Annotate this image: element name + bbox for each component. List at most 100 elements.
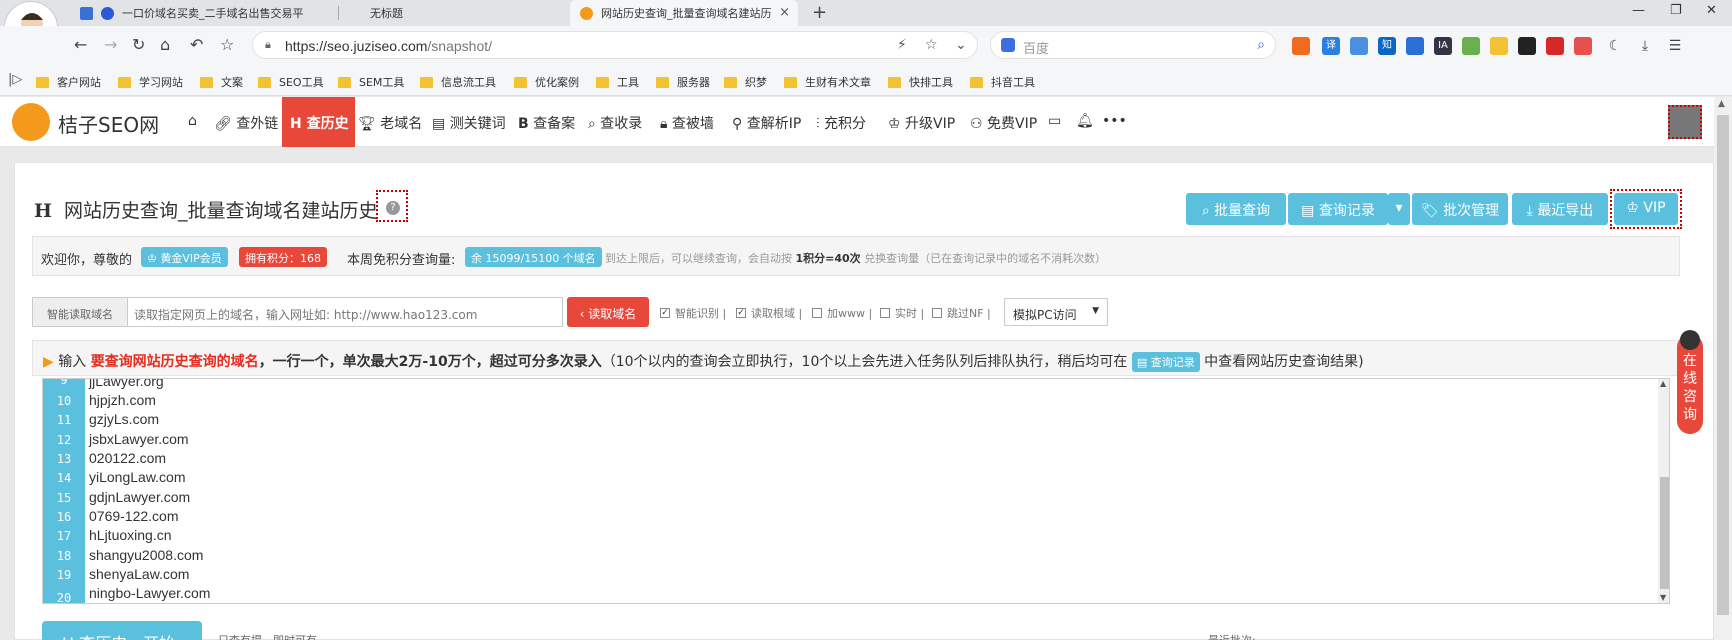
- orange-logo-icon[interactable]: [12, 103, 50, 141]
- scroll-down-icon[interactable]: ▼: [1660, 593, 1666, 602]
- moon-icon[interactable]: ☾: [1606, 37, 1624, 55]
- nav-index[interactable]: ⌕ 查收录: [588, 113, 642, 133]
- checkbox[interactable]: ✓: [660, 308, 670, 318]
- member-badge[interactable]: ♔ 黄金VIP会员: [141, 247, 228, 267]
- extension-yellow-icon[interactable]: [1490, 37, 1508, 55]
- extension-green-icon[interactable]: [1462, 37, 1480, 55]
- bookmark-item[interactable]: 学习网站: [118, 74, 183, 90]
- option-realtime[interactable]: 实时 |: [880, 305, 924, 321]
- extension-black-icon[interactable]: [1518, 37, 1536, 55]
- access-mode-select[interactable]: 模拟PC访问 ▼: [1004, 298, 1108, 326]
- bookmark-item[interactable]: 生财有术文章: [784, 74, 871, 90]
- nav-recharge[interactable]: ⫶ 充积分: [816, 113, 866, 133]
- help-button[interactable]: ?: [376, 190, 408, 222]
- bookmark-item[interactable]: 信息流工具: [420, 74, 496, 90]
- bookmark-item[interactable]: 文案: [200, 74, 243, 90]
- menu-icon[interactable]: ☰: [1666, 37, 1684, 55]
- more-icon[interactable]: •••: [1102, 113, 1127, 129]
- editor-scrollbar[interactable]: ▲ ▼: [1658, 379, 1669, 603]
- bookmark-item[interactable]: 工具: [596, 74, 639, 90]
- bookmark-item[interactable]: 优化案例: [514, 74, 579, 90]
- vip-button[interactable]: ♔ VIP: [1614, 193, 1678, 225]
- batch-manage-button[interactable]: 🏷︎ 批次管理: [1412, 193, 1508, 225]
- lightning-icon[interactable]: ⚡: [897, 37, 907, 53]
- bookmark-item[interactable]: 抖音工具: [970, 74, 1035, 90]
- editor-scroll-thumb[interactable]: [1660, 477, 1669, 589]
- tab-history-query[interactable]: 网站历史查询_批量查询域名建站历 ×: [570, 0, 798, 26]
- bookmark-item[interactable]: SEO工具: [258, 74, 324, 90]
- read-domain-button[interactable]: ‹ 读取域名: [567, 297, 649, 327]
- zhihu-icon[interactable]: 知: [1378, 37, 1396, 55]
- option-add-www[interactable]: 加www |: [812, 305, 872, 321]
- tab-untitled[interactable]: 无标题: [360, 0, 560, 26]
- home-icon[interactable]: ⌂: [160, 35, 170, 54]
- online-consult-widget[interactable]: 在线咨询: [1677, 330, 1703, 434]
- checkbox[interactable]: [812, 308, 822, 318]
- close-window-icon[interactable]: ✕: [1706, 3, 1717, 18]
- pdf-icon[interactable]: [1546, 37, 1564, 55]
- nav-backlinks[interactable]: 🔗︎ 查外链: [214, 113, 278, 133]
- checkbox[interactable]: ✓: [736, 308, 746, 318]
- nav-resolve-ip[interactable]: ⚲ 查解析IP: [732, 113, 801, 133]
- pdf2-icon[interactable]: [1574, 37, 1592, 55]
- extension-icon-1[interactable]: [1292, 37, 1310, 55]
- scroll-up-icon[interactable]: ▲: [1718, 99, 1725, 109]
- bookmark-item[interactable]: 客户网站: [36, 74, 101, 90]
- checkbox[interactable]: [880, 308, 890, 318]
- domain-editor[interactable]: 9 jjLawyer.org 10 hjpjzh.com 11 gzjyLs.c…: [42, 378, 1670, 604]
- query-record-button[interactable]: ▤ 查询记录: [1288, 193, 1388, 225]
- site-logo-text[interactable]: 桔子SEO网: [58, 109, 159, 138]
- nav-icp[interactable]: B 查备案: [518, 113, 575, 133]
- option-smart-detect[interactable]: ✓ 智能识别 |: [660, 305, 726, 321]
- read-url-input[interactable]: 读取指定网页上的域名，输入网址如: http://www.hao123.com: [127, 297, 563, 327]
- start-history-button[interactable]: H 查历史，开始: [42, 621, 202, 640]
- address-bar[interactable]: 🔒︎ https://seo.juziseo.com/snapshot/ ⚡ ☆…: [252, 31, 978, 59]
- bookmark-star-icon[interactable]: ☆: [925, 37, 938, 53]
- chevron-down-icon[interactable]: ⌄: [955, 37, 967, 53]
- forward-icon[interactable]: →: [104, 35, 117, 54]
- chat-icon[interactable]: ▭: [1048, 113, 1061, 129]
- search-icon[interactable]: ⌕: [1257, 37, 1265, 53]
- nav-history[interactable]: H 查历史: [282, 97, 355, 147]
- sidebar-toggle-icon[interactable]: |▷: [8, 72, 22, 87]
- new-tab-icon[interactable]: +: [812, 2, 827, 23]
- user-avatar[interactable]: [1668, 105, 1702, 139]
- close-tab-icon[interactable]: ×: [779, 5, 790, 20]
- minimize-icon[interactable]: —: [1632, 3, 1645, 18]
- nav-upgrade-vip[interactable]: ♔ 升级VIP: [888, 113, 955, 133]
- points-badge[interactable]: 拥有积分：168: [239, 247, 327, 267]
- ia-icon[interactable]: IA: [1434, 37, 1452, 55]
- extension-new-icon[interactable]: [1350, 37, 1368, 55]
- download-icon[interactable]: ⤓: [1636, 37, 1654, 55]
- bell-icon[interactable]: 🔔︎: [1076, 113, 1094, 129]
- translate-icon[interactable]: 译: [1322, 37, 1340, 55]
- reload-icon[interactable]: ↻: [132, 35, 145, 54]
- option-root-domain[interactable]: ✓ 读取根域 |: [736, 305, 802, 321]
- star-icon[interactable]: ☆: [220, 35, 234, 54]
- tab-domain-market[interactable]: 一口价域名买卖_二手域名出售交易平: [70, 0, 338, 26]
- scroll-thumb[interactable]: [1717, 115, 1729, 615]
- restore-icon[interactable]: ❐: [1670, 3, 1682, 18]
- query-record-link[interactable]: ▤ 查询记录: [1131, 352, 1200, 372]
- scroll-up-icon[interactable]: ▲: [1660, 379, 1666, 388]
- bookmark-item[interactable]: 织梦: [724, 74, 767, 90]
- nav-blocked[interactable]: 🔒︎ 查被墙: [660, 113, 714, 133]
- back-icon[interactable]: ←: [74, 35, 87, 54]
- nav-keywords[interactable]: ▤ 测关键词: [432, 113, 506, 133]
- instruction-text: ▶ 输入 要查询网站历史查询的域名，一行一个，单次最大2万-10万个，超过可分多…: [43, 351, 1364, 372]
- recent-export-button[interactable]: ⤓ 最近导出: [1512, 193, 1608, 225]
- bookmark-item[interactable]: SEM工具: [338, 74, 404, 90]
- extension-new2-icon[interactable]: [1406, 37, 1424, 55]
- nav-free-vip[interactable]: ⚇ 免费VIP: [970, 113, 1037, 133]
- bookmark-item[interactable]: 服务器: [656, 74, 710, 90]
- page-scrollbar[interactable]: ▲: [1714, 97, 1732, 640]
- option-skip-nf[interactable]: 跳过NF |: [932, 305, 991, 321]
- batch-query-button[interactable]: ⌕ 批量查询: [1186, 193, 1286, 225]
- nav-old-domain[interactable]: 🏆︎ 老域名: [358, 113, 422, 133]
- query-record-dropdown[interactable]: ▾: [1388, 193, 1410, 225]
- checkbox[interactable]: [932, 308, 942, 318]
- undo-icon[interactable]: ↶: [190, 35, 203, 54]
- home-nav-icon[interactable]: ⌂: [188, 113, 197, 129]
- bookmark-item[interactable]: 快排工具: [888, 74, 953, 90]
- search-box[interactable]: 百度 ⌕: [990, 31, 1276, 59]
